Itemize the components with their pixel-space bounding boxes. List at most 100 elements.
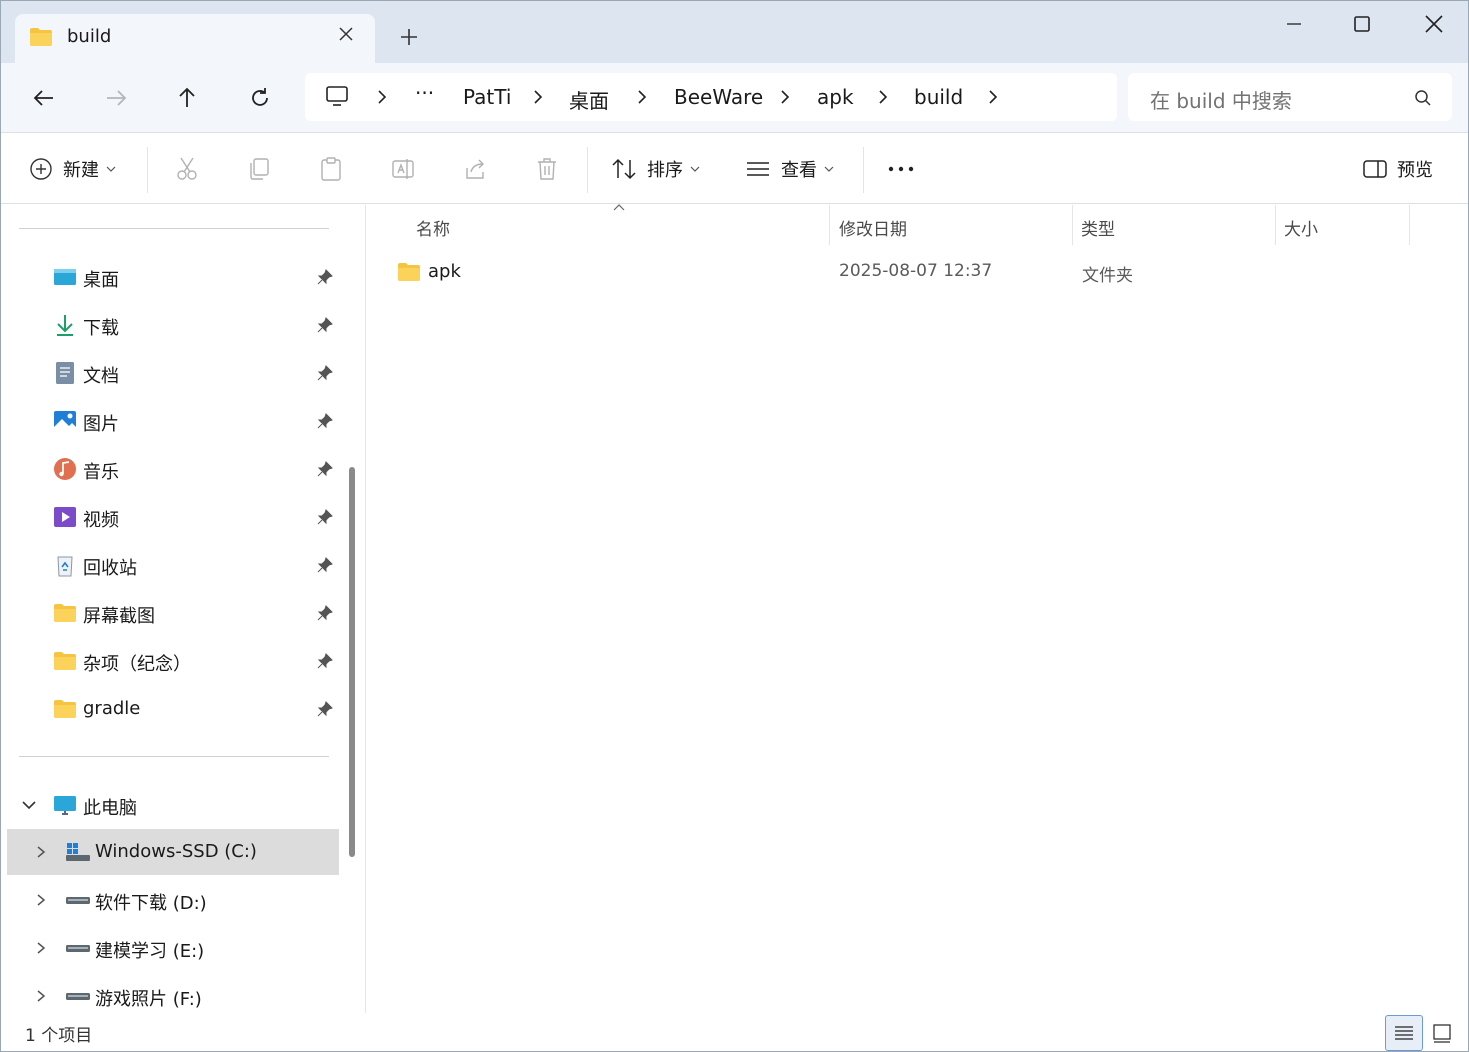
preview-label: 预览: [1397, 160, 1433, 181]
pin-icon[interactable]: [317, 365, 333, 381]
download-icon: [57, 315, 73, 336]
breadcrumb-overflow[interactable]: ···: [415, 81, 434, 105]
sidebar-item-screenshots[interactable]: 屏幕截图: [1, 590, 341, 636]
view-label: 查看: [781, 160, 817, 181]
pin-icon[interactable]: [317, 701, 333, 717]
pin-icon[interactable]: [317, 269, 333, 285]
column-header-type[interactable]: 类型: [1081, 215, 1115, 240]
sidebar-item-desktop[interactable]: 桌面: [1, 254, 341, 300]
chevron-right-icon[interactable]: [877, 89, 889, 105]
preview-button[interactable]: 预览: [1363, 156, 1433, 182]
pin-icon[interactable]: [317, 413, 333, 429]
divider: [19, 228, 329, 229]
file-row[interactable]: apk 2025-08-07 12:37 文件夹: [391, 255, 1451, 291]
new-tab-plus-icon[interactable]: [397, 25, 421, 49]
breadcrumb-item[interactable]: apk: [817, 85, 854, 109]
cut-icon[interactable]: [175, 156, 199, 182]
folder-icon: [54, 652, 76, 670]
back-arrow-icon[interactable]: [31, 85, 57, 111]
sidebar-item-downloads[interactable]: 下载: [1, 302, 341, 348]
maximize-icon[interactable]: [1349, 11, 1375, 37]
sidebar-item-this-pc[interactable]: 此电脑: [1, 782, 341, 828]
chevron-right-icon[interactable]: [987, 89, 999, 105]
pin-icon[interactable]: [317, 317, 333, 333]
chevron-down-icon[interactable]: [21, 799, 37, 811]
item-count: 1 个项目: [25, 1026, 93, 1046]
pin-icon[interactable]: [317, 557, 333, 573]
drive-label: 软件下载 (D:): [95, 893, 207, 914]
chevron-right-icon[interactable]: [636, 89, 648, 105]
sidebar-item-videos[interactable]: 视频: [1, 494, 341, 540]
sidebar-drive-d[interactable]: 软件下载 (D:): [7, 877, 339, 923]
file-type: 文件夹: [1082, 266, 1133, 286]
column-divider[interactable]: [829, 205, 830, 245]
column-header-name[interactable]: 名称: [416, 215, 450, 240]
sidebar-item-gradle[interactable]: gradle: [1, 686, 341, 732]
new-button[interactable]: 新建: [29, 156, 117, 182]
pin-icon[interactable]: [317, 461, 333, 477]
sidebar-drive-c[interactable]: Windows-SSD (C:): [7, 829, 339, 875]
pin-icon[interactable]: [317, 509, 333, 525]
column-divider[interactable]: [1072, 205, 1073, 245]
column-header-size[interactable]: 大小: [1284, 215, 1318, 240]
chevron-right-icon[interactable]: [376, 89, 388, 105]
breadcrumb-item-current[interactable]: build: [914, 85, 963, 109]
up-arrow-icon[interactable]: [174, 85, 200, 111]
sidebar-item-recycle-bin[interactable]: 回收站: [1, 542, 341, 588]
close-icon[interactable]: [1421, 11, 1447, 37]
sort-button[interactable]: 排序: [611, 156, 701, 182]
sidebar-item-label: 下载: [83, 318, 119, 339]
breadcrumb-item[interactable]: PatTi: [463, 85, 511, 109]
sidebar-item-music[interactable]: 音乐: [1, 446, 341, 492]
sidebar-item-pictures[interactable]: 图片: [1, 398, 341, 444]
document-icon: [56, 362, 74, 384]
copy-icon[interactable]: [247, 156, 271, 182]
chevron-right-icon[interactable]: [779, 89, 791, 105]
minimize-icon[interactable]: [1281, 11, 1307, 37]
tiles-view-icon: [1433, 1024, 1451, 1043]
tab-build[interactable]: build: [15, 14, 375, 63]
large-icons-view-button[interactable]: [1425, 1015, 1463, 1051]
column-divider[interactable]: [1409, 205, 1410, 245]
chevron-right-icon[interactable]: [35, 989, 47, 1003]
details-view-button[interactable]: [1385, 1015, 1423, 1051]
chevron-right-icon[interactable]: [532, 89, 544, 105]
sidebar-drive-e[interactable]: 建模学习 (E:): [7, 925, 339, 971]
more-options-icon[interactable]: [887, 156, 915, 182]
sort-icon: [612, 158, 636, 180]
navigation-pane: 桌面 下载 文档 图片 音乐 视频 回收站 屏幕截图 杂项（纪念） gradle…: [1, 205, 365, 1013]
pane-divider[interactable]: [365, 205, 366, 1013]
music-icon: [54, 458, 76, 480]
pin-icon[interactable]: [317, 605, 333, 621]
share-icon[interactable]: [463, 156, 487, 182]
breadcrumb-item[interactable]: BeeWare: [674, 85, 763, 109]
sidebar-item-misc[interactable]: 杂项（纪念）: [1, 638, 341, 684]
sidebar-item-documents[interactable]: 文档: [1, 350, 341, 396]
pin-icon[interactable]: [317, 653, 333, 669]
view-list-icon: [747, 162, 769, 176]
video-icon: [54, 507, 76, 527]
breadcrumb-item[interactable]: 桌面: [569, 85, 609, 114]
address-bar[interactable]: ··· PatTi 桌面 BeeWare apk build: [305, 73, 1117, 121]
search-input[interactable]: 在 build 中搜索: [1128, 73, 1452, 121]
column-divider[interactable]: [1275, 205, 1276, 245]
sidebar-item-label: 图片: [83, 414, 119, 435]
navigation-bar: ··· PatTi 桌面 BeeWare apk build 在 build 中…: [1, 63, 1468, 133]
file-list: 名称 修改日期 类型 大小 apk 2025-08-07 12:37 文件夹: [367, 204, 1468, 1013]
view-button[interactable]: 查看: [745, 156, 835, 182]
chevron-right-icon[interactable]: [35, 893, 47, 907]
rename-icon[interactable]: [391, 156, 415, 182]
chevron-right-icon[interactable]: [35, 845, 47, 859]
sidebar-scrollbar[interactable]: [349, 467, 355, 857]
column-header-date[interactable]: 修改日期: [839, 215, 907, 240]
close-tab-icon[interactable]: [335, 23, 357, 45]
sidebar-item-label: 音乐: [83, 462, 119, 483]
chevron-right-icon[interactable]: [35, 941, 47, 955]
refresh-icon[interactable]: [247, 85, 273, 111]
delete-icon[interactable]: [535, 156, 559, 182]
forward-arrow-icon[interactable]: [103, 85, 129, 111]
search-icon[interactable]: [1414, 89, 1432, 107]
windows-drive-icon: [66, 843, 90, 861]
paste-icon[interactable]: [319, 156, 343, 182]
this-pc-icon[interactable]: [325, 85, 349, 107]
